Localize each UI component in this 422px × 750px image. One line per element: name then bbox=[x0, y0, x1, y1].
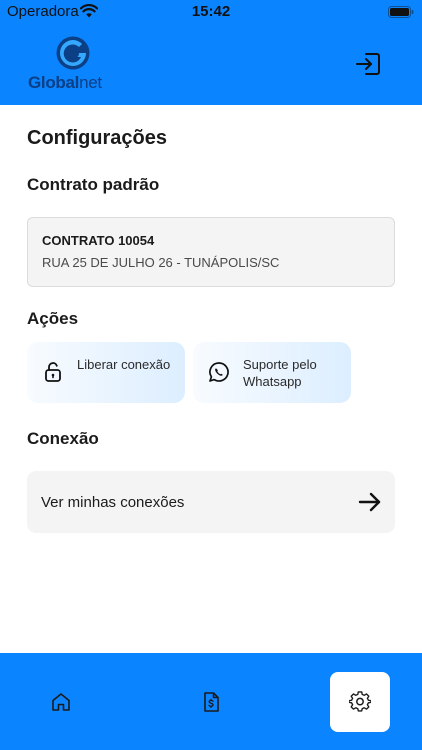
bottom-tab-bar bbox=[0, 653, 422, 750]
battery-icon bbox=[388, 6, 414, 18]
release-connection-label: Liberar conexão bbox=[77, 357, 171, 372]
whatsapp-support-label: Suporte pelo Whatsapp bbox=[243, 357, 317, 389]
arrow-right-icon bbox=[358, 492, 381, 512]
logo-mark bbox=[56, 36, 90, 70]
section-title-contract: Contrato padrão bbox=[27, 175, 160, 194]
status-bar: Operadora 15:42 bbox=[0, 0, 422, 24]
whatsapp-icon bbox=[209, 362, 229, 382]
home-icon bbox=[52, 693, 70, 711]
release-connection-button[interactable]: Liberar conexão bbox=[27, 342, 185, 403]
unlock-icon bbox=[45, 362, 61, 382]
app-header: Operadora 15:42 Globalnet bbox=[0, 0, 422, 105]
logout-icon[interactable] bbox=[355, 52, 381, 76]
page-title: Configurações bbox=[27, 127, 168, 149]
contract-number: CONTRATO 10054 bbox=[42, 233, 155, 248]
section-title-connection: Conexão bbox=[27, 429, 99, 448]
tab-home[interactable] bbox=[31, 672, 91, 732]
logo-text: Globalnet bbox=[28, 73, 102, 92]
clock: 15:42 bbox=[191, 3, 231, 20]
contract-address: RUA 25 DE JULHO 26 - TUNÁPOLIS/SC bbox=[42, 255, 280, 270]
view-connections-button[interactable]: Ver minhas conexões bbox=[27, 471, 395, 533]
globalnet-logo: Globalnet bbox=[28, 36, 120, 92]
whatsapp-support-button[interactable]: Suporte pelo Whatsapp bbox=[193, 342, 351, 403]
tab-invoices[interactable] bbox=[181, 672, 241, 732]
section-title-actions: Ações bbox=[27, 309, 79, 328]
default-contract-card[interactable]: CONTRATO 10054 RUA 25 DE JULHO 26 - TUNÁ… bbox=[27, 217, 395, 287]
tab-settings[interactable] bbox=[330, 672, 390, 732]
gear-icon bbox=[349, 691, 371, 712]
invoice-icon bbox=[204, 692, 219, 712]
view-connections-label: Ver minhas conexões bbox=[41, 494, 185, 511]
